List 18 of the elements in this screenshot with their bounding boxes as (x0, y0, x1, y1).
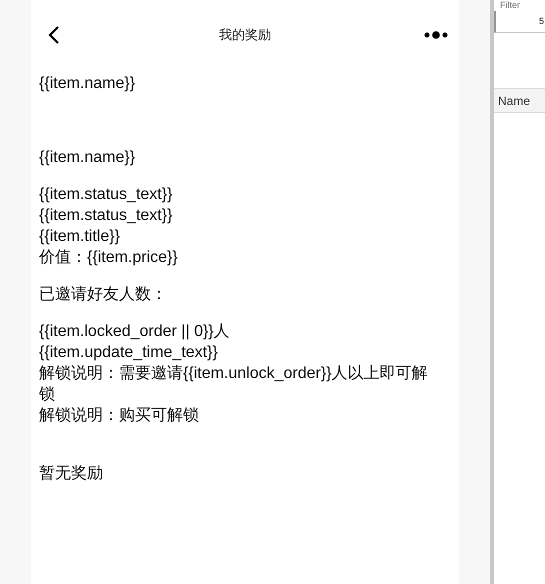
text-line: {{item.locked_order || 0}}人 (39, 322, 231, 342)
text-line: {{item.name}} (39, 74, 136, 94)
more-icon (424, 30, 448, 40)
text-line: {{item.status_text}} (39, 185, 174, 205)
text-line: {{item.status_text}} (39, 206, 174, 226)
text-line: 价值：{{item.price}} (39, 248, 179, 268)
text-line: {{item.name}} (39, 148, 136, 168)
page-title: 我的奖励 (219, 26, 271, 44)
text-line: {{item.title}} (39, 227, 121, 247)
filter-field[interactable]: 5 (494, 11, 545, 33)
text-line: 解锁说明：需要邀请{{item.unlock_order}}人以上即可解锁 (39, 364, 429, 405)
empty-message: 暂无奖励 (39, 464, 104, 484)
text-line: {{item.update_time_text}} (39, 343, 219, 363)
back-icon (48, 25, 60, 45)
text-line: 解锁说明：购买可解锁 (39, 406, 200, 426)
text-line: 已邀请好友人数： (39, 284, 168, 305)
filter-label: Filter (499, 0, 521, 10)
name-column-header: Name (494, 89, 545, 113)
